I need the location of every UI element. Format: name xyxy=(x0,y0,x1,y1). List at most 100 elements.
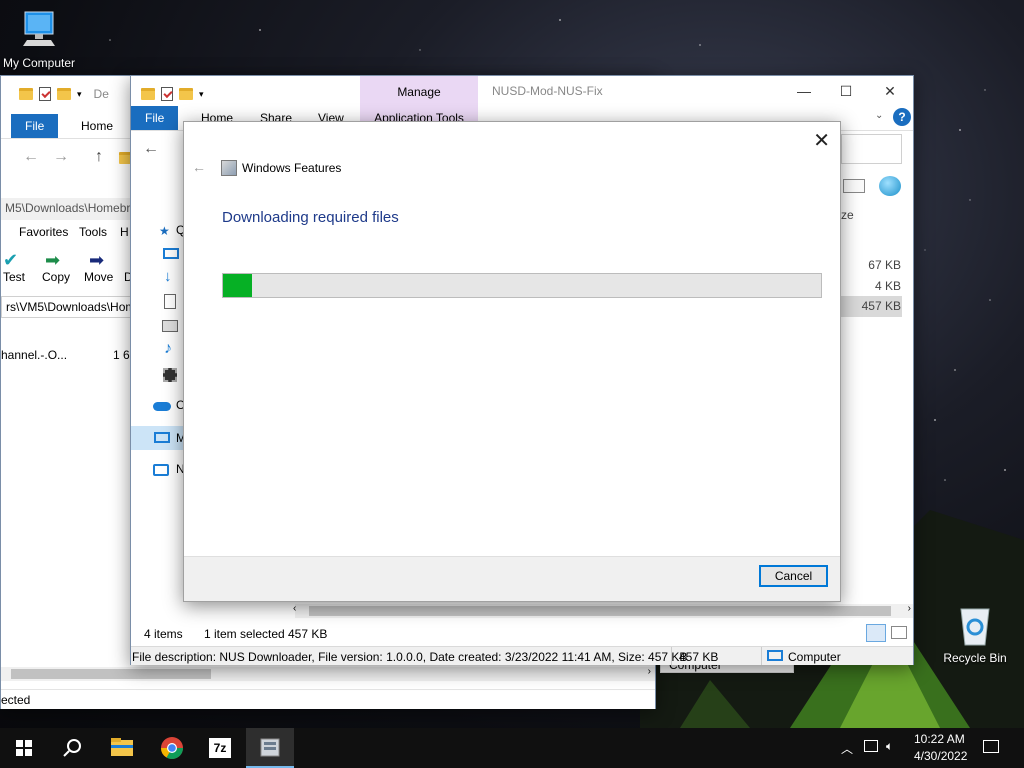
music-icon[interactable]: ♪ xyxy=(164,340,172,358)
chevron-down-icon[interactable]: ▾ xyxy=(199,89,204,100)
onedrive-icon[interactable] xyxy=(153,402,171,411)
taskbar-7zip[interactable]: 7z xyxy=(196,728,244,768)
desktop-icon-label: My Computer xyxy=(2,56,76,70)
download-progress-bar xyxy=(222,273,822,298)
properties-icon[interactable] xyxy=(39,87,51,101)
tray-chevron-up-icon[interactable]: ︿ xyxy=(841,740,853,757)
maximize-button[interactable]: ☐ xyxy=(823,80,869,102)
ribbon-expand-icon[interactable]: ⌄ xyxy=(875,110,883,121)
network-icon[interactable] xyxy=(864,740,878,752)
new-folder-icon[interactable] xyxy=(179,88,193,100)
file-row-size: 1 6 xyxy=(113,348,130,362)
star-icon: ★ xyxy=(159,224,170,238)
documents-icon[interactable] xyxy=(164,294,176,309)
up-arrow-icon[interactable]: ↑ xyxy=(95,148,103,166)
status-bar: ected xyxy=(1,689,655,709)
path-input[interactable]: rs\VM5\Downloads\Hom xyxy=(1,296,131,318)
menu-favorites[interactable]: Favorites xyxy=(19,225,68,239)
preview-pane-icon[interactable] xyxy=(843,179,865,193)
notification-icon[interactable] xyxy=(983,740,999,753)
7zip-label: 7z xyxy=(213,741,227,755)
taskbar-file-explorer[interactable] xyxy=(98,728,146,768)
recycle-bin-icon xyxy=(960,608,990,646)
scroll-left-icon[interactable]: ‹ xyxy=(293,603,296,614)
path-bar[interactable]: M5\Downloads\Homebrew xyxy=(1,198,131,220)
minimize-button[interactable]: — xyxy=(781,80,827,102)
nav-this-pc-selected[interactable]: M xyxy=(131,426,186,450)
scroll-thumb[interactable] xyxy=(11,669,211,679)
desktop-icon-my-computer[interactable]: My Computer xyxy=(0,10,84,70)
move-button[interactable]: Move xyxy=(84,270,113,284)
menu-help[interactable]: H xyxy=(120,225,129,239)
chevron-down-icon[interactable]: ▾ xyxy=(77,89,82,100)
tab-home[interactable]: Home xyxy=(67,114,127,138)
properties-icon[interactable] xyxy=(161,87,173,101)
network-icon[interactable] xyxy=(153,464,169,476)
menu-tools[interactable]: Tools xyxy=(79,225,107,239)
dialog-footer: Cancel xyxy=(184,556,840,601)
horizontal-scrollbar[interactable]: ‹ › xyxy=(293,603,913,618)
details-location: Computer xyxy=(788,650,841,664)
new-folder-icon[interactable] xyxy=(57,88,71,100)
scroll-thumb[interactable] xyxy=(309,606,891,616)
computer-icon xyxy=(154,432,170,443)
file-row-name[interactable]: hannel.-.O... xyxy=(1,348,67,362)
windows-features-dialog[interactable]: ✕ ← Windows Features Downloading require… xyxy=(183,121,841,602)
clock-time[interactable]: 10:22 AM xyxy=(914,732,965,746)
videos-icon[interactable] xyxy=(163,368,177,382)
folder-icon[interactable] xyxy=(19,88,33,100)
volume-icon[interactable]: 🔈︎ xyxy=(886,739,893,754)
tab-file[interactable]: File xyxy=(131,106,179,130)
divider xyxy=(671,647,672,665)
quick-access-toolbar: ▾ xyxy=(141,84,204,104)
help-icon[interactable]: ? xyxy=(893,108,911,126)
search-icon xyxy=(63,739,81,757)
scroll-right-icon[interactable]: › xyxy=(908,603,911,614)
dialog-title: Windows Features xyxy=(242,161,342,175)
computer-icon xyxy=(23,11,55,46)
back-arrow-icon[interactable]: ← xyxy=(143,140,159,158)
column-header-size[interactable]: ze xyxy=(841,208,854,222)
details-view-icon[interactable] xyxy=(866,624,886,642)
search-box[interactable] xyxy=(841,134,902,164)
details-description: File description: NUS Downloader, File v… xyxy=(132,650,688,664)
start-icon xyxy=(16,740,32,756)
file-size: 67 KB xyxy=(868,258,901,272)
close-button[interactable]: ✕ xyxy=(867,80,913,102)
quick-access-toolbar: ▾ De xyxy=(19,84,109,104)
pictures-icon[interactable] xyxy=(162,320,178,332)
back-arrow-icon[interactable]: ← xyxy=(192,159,206,175)
folder-icon[interactable] xyxy=(141,88,155,100)
file-size: 457 KB xyxy=(861,299,901,313)
tab-file[interactable]: File xyxy=(11,114,59,138)
shell-icon[interactable] xyxy=(879,176,901,196)
move-icon: ➡ xyxy=(89,250,105,270)
downloads-icon[interactable]: ↓ xyxy=(164,268,172,285)
horizontal-scrollbar[interactable]: › xyxy=(1,666,655,681)
large-icons-view-icon[interactable] xyxy=(891,626,907,639)
status-selected-size: 457 KB xyxy=(288,627,328,641)
legacy-toolbar: ✔ Test ➡ Copy ➡ Move D xyxy=(1,246,133,290)
taskbar-chrome[interactable] xyxy=(148,728,196,768)
window-title: NUSD-Mod-NUS-Fix xyxy=(492,84,603,98)
close-button[interactable]: ✕ xyxy=(813,128,830,153)
clock-date[interactable]: 4/30/2022 xyxy=(914,749,967,763)
desktop-icon-label: Recycle Bin xyxy=(943,651,1007,665)
forward-arrow-icon[interactable]: → xyxy=(53,148,69,166)
start-button[interactable] xyxy=(0,728,48,768)
scroll-right-icon[interactable]: › xyxy=(648,666,651,677)
details-bar: File description: NUS Downloader, File v… xyxy=(131,646,913,665)
windows-features-icon xyxy=(221,160,237,176)
status-bar: 4 items 1 item selected 457 KB xyxy=(131,624,913,646)
test-button[interactable]: Test xyxy=(3,270,25,284)
chrome-icon xyxy=(161,737,183,759)
copy-button[interactable]: Copy xyxy=(42,270,70,284)
divider xyxy=(761,647,762,665)
desktop-icon[interactable] xyxy=(163,248,179,259)
cancel-button[interactable]: Cancel xyxy=(759,565,828,587)
back-arrow-icon[interactable]: ← xyxy=(23,148,39,166)
context-tab-manage[interactable]: Manage Application Tools xyxy=(360,76,478,126)
taskbar-installer[interactable] xyxy=(246,728,294,768)
search-button[interactable] xyxy=(48,728,96,768)
desktop-icon-recycle-bin[interactable]: Recycle Bin xyxy=(930,603,1020,665)
